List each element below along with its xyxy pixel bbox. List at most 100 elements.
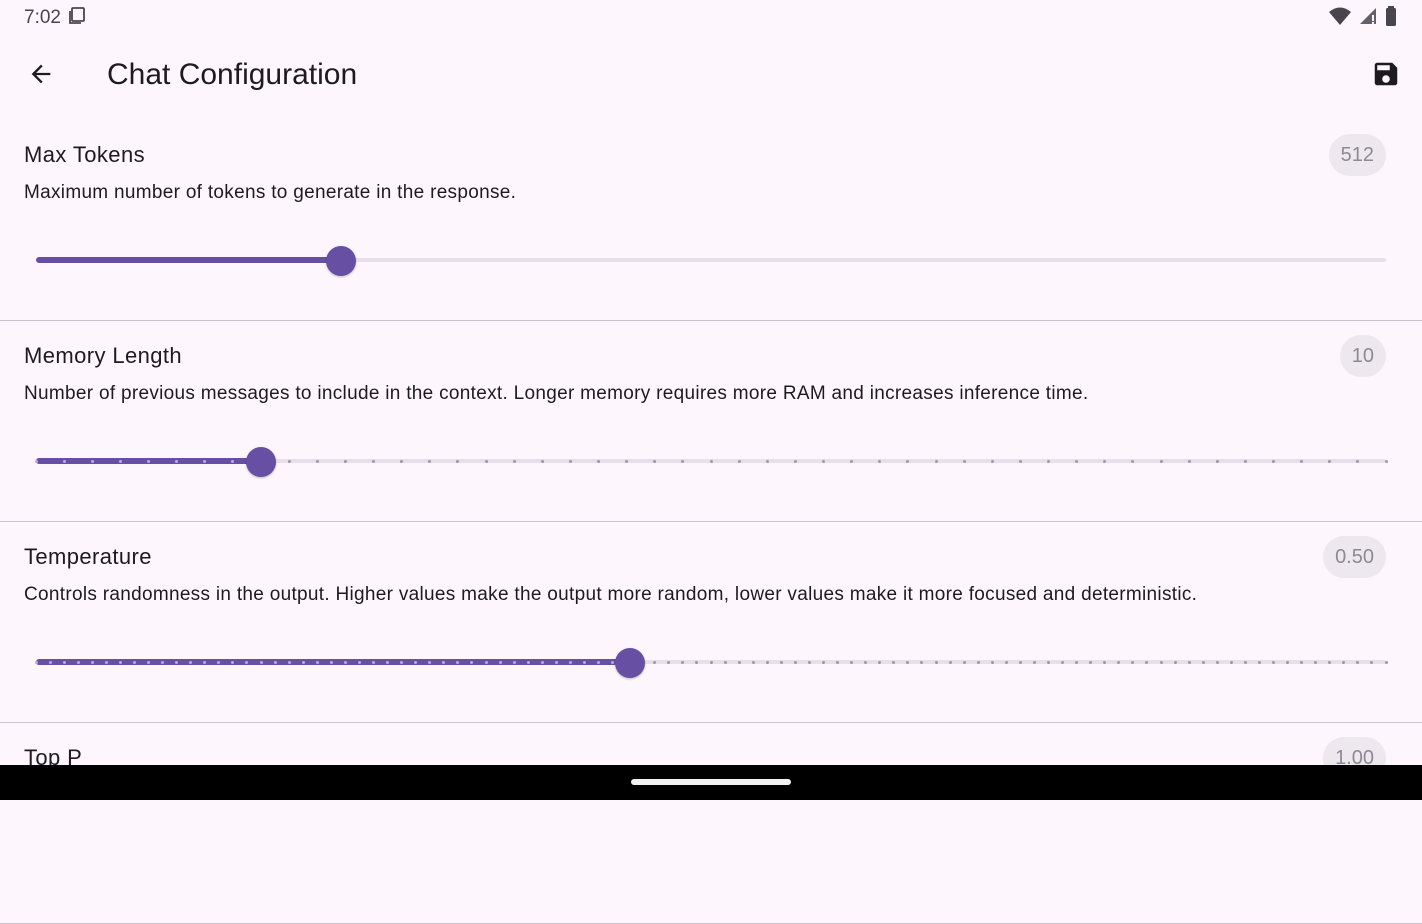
setting-description: Controls randomness in the output. Highe… — [24, 584, 1198, 605]
slider-tick — [175, 459, 179, 463]
slider-tick — [132, 660, 136, 664]
slider-tick — [765, 459, 769, 463]
slider-thumb[interactable] — [326, 246, 357, 276]
slider-tick — [1272, 459, 1275, 463]
temperature-slider[interactable] — [34, 648, 1388, 678]
max-tokens-slider[interactable] — [36, 246, 1386, 276]
status-left: 7:02 — [24, 5, 87, 31]
memory-length-slider[interactable] — [34, 447, 1388, 477]
slider-tick — [62, 459, 66, 463]
slider-tick — [1089, 660, 1093, 664]
value-chip: 0.50 — [1323, 536, 1386, 578]
app-bar: Chat Configuration — [0, 40, 1422, 112]
slider-tick — [1243, 459, 1247, 463]
slider-tick — [1187, 459, 1191, 463]
slider-tick — [962, 660, 966, 664]
status-time: 7:02 — [24, 7, 61, 28]
slider-tick — [386, 660, 390, 664]
wifi-icon — [1328, 6, 1352, 31]
slider-tick — [1103, 660, 1107, 664]
slider-tick — [343, 660, 347, 664]
slider-tick — [1075, 660, 1079, 664]
slider-tick — [1342, 660, 1346, 664]
slider-tick — [709, 660, 713, 664]
slider-tick — [1229, 660, 1233, 664]
slider-tick — [90, 660, 94, 664]
slider-tick — [1159, 660, 1163, 664]
slider-tick — [118, 459, 122, 463]
slider-tick — [1314, 660, 1318, 664]
slider-tick — [428, 660, 432, 664]
slider-tick — [793, 660, 797, 664]
slider-tick — [512, 660, 516, 664]
slider-tick — [962, 459, 966, 463]
slider-tick — [273, 660, 277, 664]
slider-tick — [625, 459, 629, 463]
slider-tick — [104, 660, 108, 664]
slider-tick — [976, 660, 980, 664]
slider-tick — [990, 660, 994, 664]
setting-description: Number of previous messages to include i… — [24, 383, 1089, 404]
slider-tick — [301, 660, 305, 664]
slider-tick — [1272, 660, 1275, 664]
home-handle[interactable] — [631, 779, 791, 785]
slider-tick — [1243, 660, 1247, 664]
slider-tick — [568, 459, 572, 463]
back-button[interactable] — [17, 52, 65, 100]
slider-tick — [1159, 459, 1163, 463]
value-chip: 512 — [1328, 134, 1386, 176]
slider-tick — [1047, 459, 1050, 463]
save-button[interactable] — [1362, 52, 1410, 100]
copy-icon — [67, 5, 87, 31]
slider-thumb[interactable] — [615, 648, 645, 678]
slider-tick — [1187, 660, 1191, 664]
slider-tick — [428, 459, 432, 463]
slider-tick — [147, 459, 150, 463]
slider-tick — [287, 660, 291, 664]
slider-tick — [822, 459, 825, 463]
slider-tick — [329, 660, 333, 664]
slider-tick — [62, 660, 66, 664]
slider-tick — [1328, 660, 1332, 664]
slider-tick — [259, 660, 263, 664]
slider-tick — [934, 459, 938, 463]
slider-tick — [526, 660, 530, 664]
slider-tick — [161, 660, 165, 664]
slider-tick — [653, 459, 657, 463]
signal-icon — [1358, 6, 1378, 31]
slider-tick — [597, 459, 600, 463]
slider-tick — [442, 660, 446, 664]
status-bar: 7:02 — [0, 0, 1422, 36]
slider-tick — [878, 660, 882, 664]
slider-tick — [400, 459, 404, 463]
setting-title: Max Tokens — [24, 142, 145, 167]
slider-tick — [667, 660, 671, 664]
slider-tick — [554, 660, 558, 664]
slider-tick — [147, 660, 150, 664]
slider-tick — [653, 660, 657, 664]
value-chip: 10 — [1339, 335, 1386, 377]
slider-tick — [1384, 660, 1388, 664]
slider-tick — [1032, 660, 1036, 664]
slider-tick — [1215, 459, 1219, 463]
slider-tick — [1117, 660, 1121, 664]
slider-tick — [1300, 660, 1304, 664]
slider-tick — [582, 660, 586, 664]
slider-tick — [934, 660, 938, 664]
slider-tick — [793, 459, 797, 463]
slider-tick — [203, 660, 207, 664]
slider-tick — [1215, 660, 1219, 664]
arrow-back-icon — [27, 60, 55, 93]
page-title: Chat Configuration — [107, 58, 358, 91]
setting-max-tokens: Max Tokens Maximum number of tokens to g… — [0, 120, 1422, 321]
slider-tick — [1286, 660, 1290, 664]
slider-tick — [540, 660, 544, 664]
slider-tick — [948, 660, 952, 664]
setting-memory-length: Memory Length Number of previous message… — [0, 321, 1422, 522]
slider-tick — [779, 660, 783, 664]
slider-tick — [175, 660, 179, 664]
slider-tick — [372, 459, 375, 463]
slider-tick — [414, 660, 418, 664]
slider-thumb[interactable] — [246, 447, 277, 477]
settings-list: Max Tokens Maximum number of tokens to g… — [0, 120, 1422, 924]
